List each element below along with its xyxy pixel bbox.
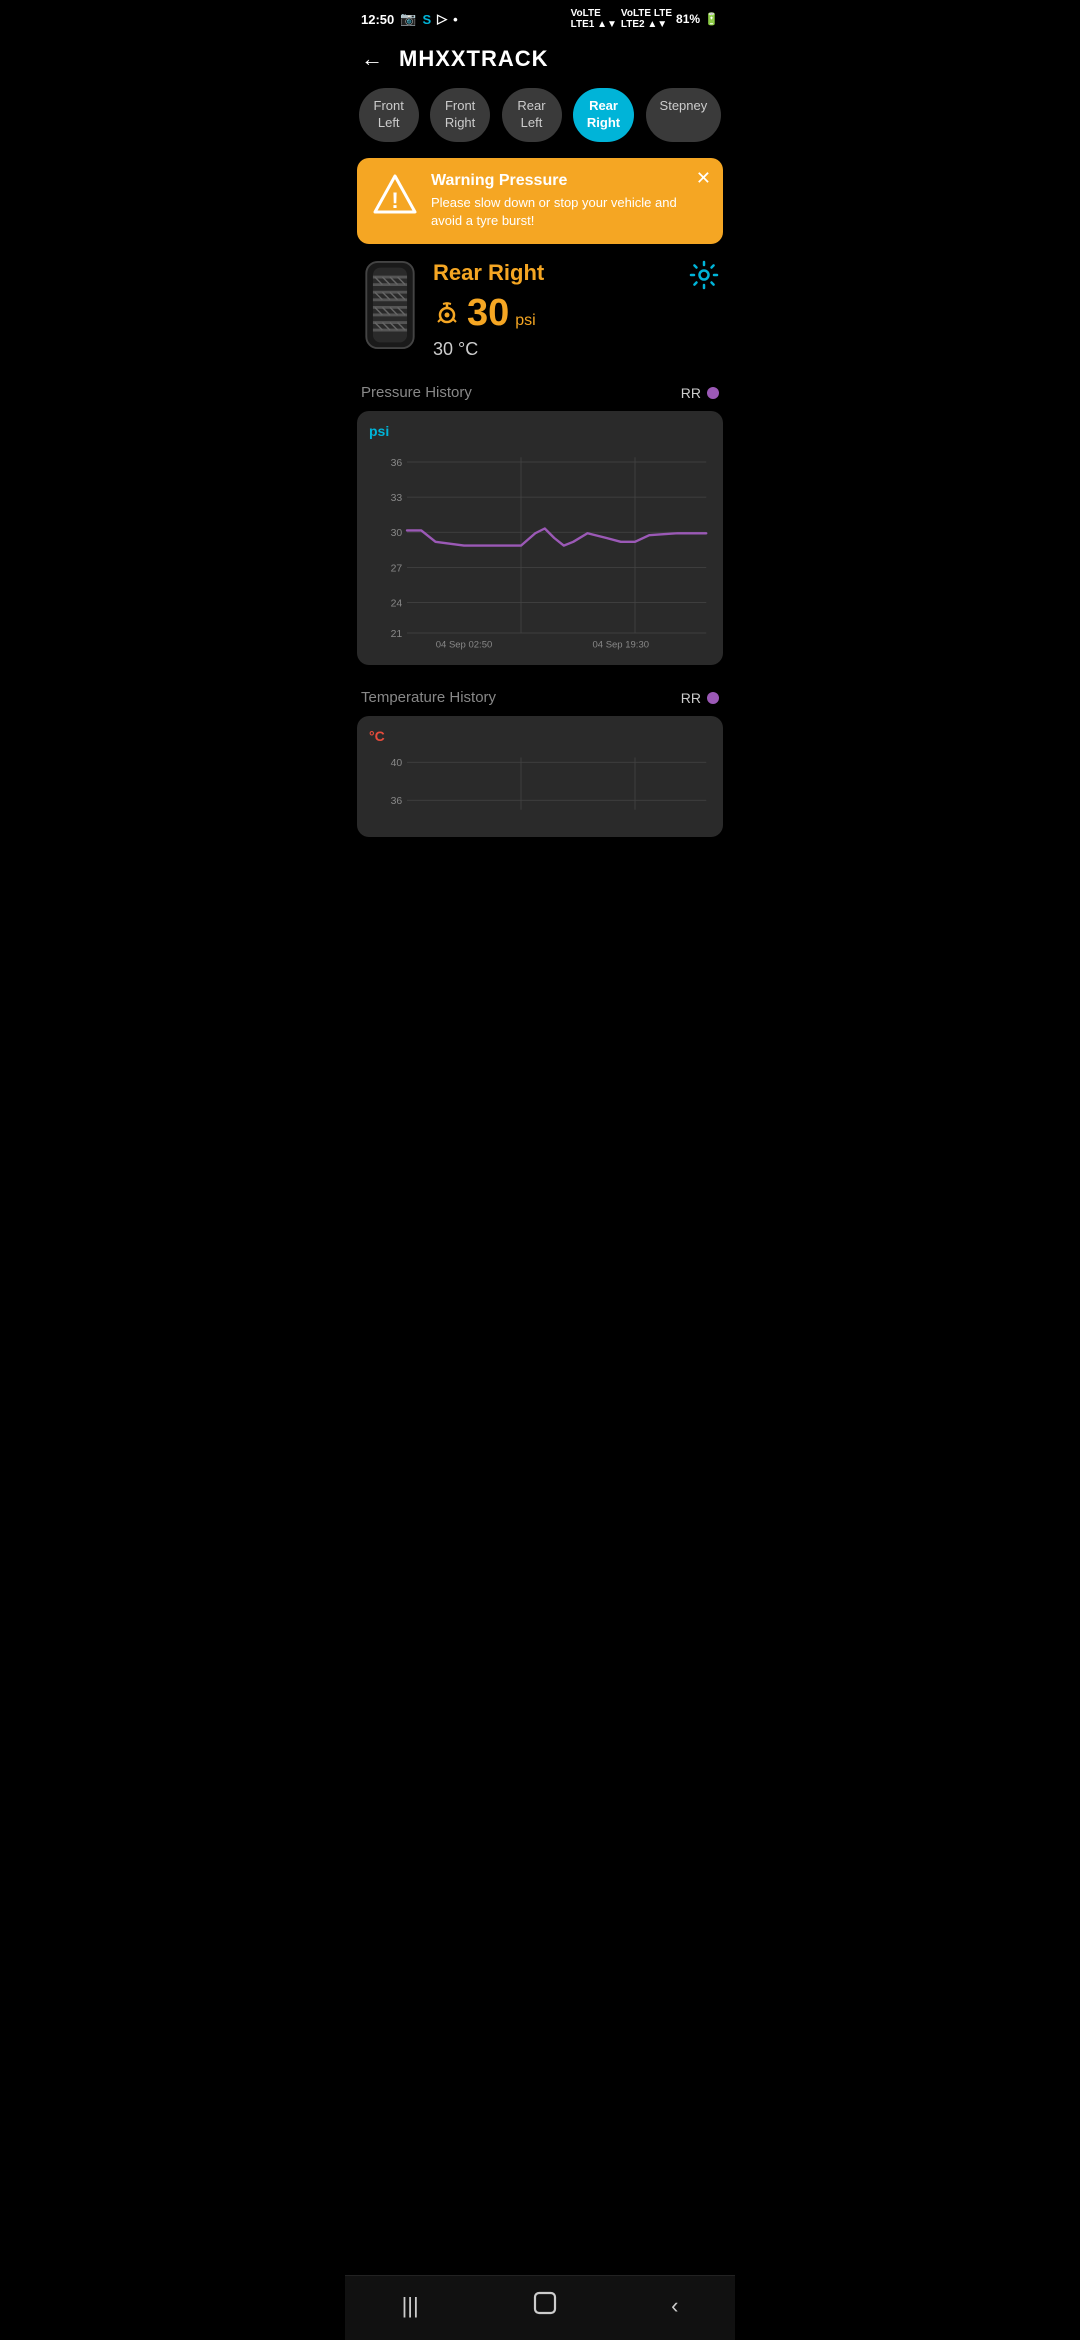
- tire-pressure-row: 30 psi: [433, 292, 719, 335]
- pressure-history-title: Pressure History: [361, 384, 472, 401]
- svg-text:!: !: [391, 188, 398, 213]
- pressure-history-header: Pressure History RR: [345, 376, 735, 411]
- battery-percent: 81%: [676, 12, 700, 26]
- status-left: 12:50 📷 S ▷ •: [361, 11, 458, 27]
- temp-chart-unit: °C: [369, 728, 711, 744]
- warning-banner: ! Warning Pressure Please slow down or s…: [357, 158, 723, 244]
- pressure-legend-label: RR: [681, 385, 701, 401]
- pressure-sensor-icon: [433, 297, 461, 331]
- tab-rear-right[interactable]: RearRight: [573, 88, 634, 142]
- warning-icon: !: [373, 172, 417, 223]
- nav-recent-apps[interactable]: |||: [402, 2293, 419, 2319]
- tire-info: Rear Right 30 psi 30 °C: [345, 260, 735, 376]
- warning-title: Warning Pressure: [431, 172, 707, 190]
- tire-graphic: [361, 260, 419, 350]
- svg-text:36: 36: [391, 796, 403, 807]
- temperature-chart: 40 36: [369, 748, 711, 829]
- settings-button[interactable]: [689, 260, 719, 297]
- pressure-chart: 36 33 30 27 24 21 04 Sep 02:50 04 Sep 19…: [369, 443, 711, 657]
- nav-bar: ||| ‹: [345, 2275, 735, 2340]
- tab-front-right[interactable]: FrontRight: [430, 88, 490, 142]
- tire-details: Rear Right 30 psi 30 °C: [433, 260, 719, 360]
- tire-temperature: 30 °C: [433, 339, 719, 360]
- svg-text:27: 27: [391, 563, 403, 574]
- status-bar: 12:50 📷 S ▷ • VoLTELTE1 ▲▼ VoLTE LTELTE2…: [345, 0, 735, 34]
- tab-front-left[interactable]: FrontLeft: [359, 88, 419, 142]
- tab-bar: FrontLeft FrontRight RearLeft RearRight …: [345, 88, 735, 158]
- battery-icon: 🔋: [704, 12, 719, 26]
- back-button[interactable]: ←: [361, 46, 383, 72]
- pressure-unit: psi: [515, 312, 535, 330]
- svg-text:04 Sep 02:50: 04 Sep 02:50: [436, 639, 493, 650]
- dot-icon: •: [453, 12, 458, 27]
- svg-text:33: 33: [391, 493, 403, 504]
- status-right: VoLTELTE1 ▲▼ VoLTE LTELTE2 ▲▼ 81% 🔋: [571, 8, 719, 30]
- s-icon: S: [422, 12, 431, 27]
- app-header: ← MHXXTRACK: [345, 34, 735, 88]
- temperature-history-legend: RR: [681, 690, 719, 706]
- warning-text: Warning Pressure Please slow down or sto…: [431, 172, 707, 230]
- nav-home[interactable]: [532, 2290, 558, 2322]
- signal-lte1: VoLTELTE1 ▲▼: [571, 8, 617, 30]
- svg-text:21: 21: [391, 629, 403, 640]
- warning-body: Please slow down or stop your vehicle an…: [431, 194, 707, 230]
- tire-name: Rear Right: [433, 260, 719, 286]
- svg-text:30: 30: [391, 528, 403, 539]
- pressure-chart-unit: psi: [369, 423, 711, 439]
- svg-text:36: 36: [391, 458, 403, 469]
- pressure-chart-container: psi 36 33 30 27 24 21: [357, 411, 723, 665]
- temp-legend-dot: [707, 692, 719, 704]
- app-title: MHXXTRACK: [399, 46, 549, 72]
- nav-back[interactable]: ‹: [671, 2293, 678, 2319]
- time: 12:50: [361, 12, 394, 27]
- temp-legend-label: RR: [681, 690, 701, 706]
- tab-stepney[interactable]: Stepney: [646, 88, 722, 142]
- camera-icon: 📷: [400, 11, 416, 27]
- temperature-history-title: Temperature History: [361, 689, 496, 706]
- svg-text:04 Sep 19:30: 04 Sep 19:30: [592, 639, 649, 650]
- tab-rear-left[interactable]: RearLeft: [502, 88, 562, 142]
- svg-text:24: 24: [391, 599, 403, 610]
- pressure-value: 30: [467, 292, 509, 335]
- pressure-legend-dot: [707, 387, 719, 399]
- svg-text:40: 40: [391, 758, 403, 769]
- pressure-history-legend: RR: [681, 385, 719, 401]
- play-icon: ▷: [437, 11, 447, 27]
- temperature-chart-container: °C 40 36: [357, 716, 723, 837]
- temperature-history-header: Temperature History RR: [345, 681, 735, 716]
- signal-lte2: VoLTE LTELTE2 ▲▼: [621, 8, 672, 30]
- warning-close-button[interactable]: ✕: [696, 168, 711, 189]
